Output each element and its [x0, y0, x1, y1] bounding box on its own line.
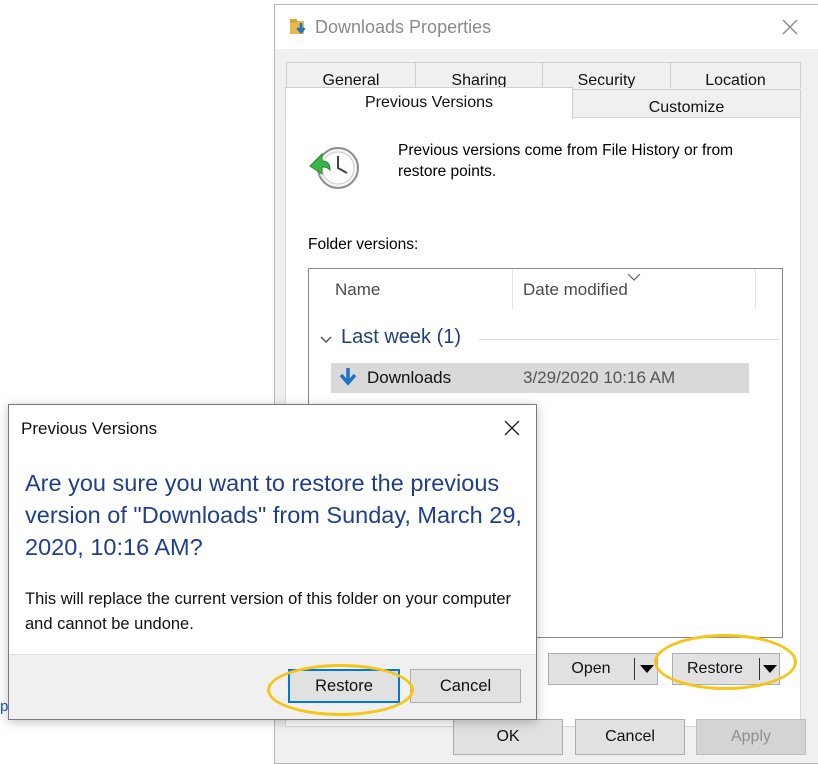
dialog-title: Previous Versions	[21, 419, 158, 438]
open-split-button[interactable]: Open	[548, 653, 658, 685]
split-divider	[634, 658, 635, 680]
apply-button[interactable]: Apply	[696, 719, 806, 755]
dropdown-arrow-icon[interactable]	[640, 665, 654, 673]
confirm-dialog: Previous Versions Are you sure you want …	[8, 404, 537, 720]
dialog-message: This will replace the current version of…	[25, 590, 512, 633]
tab-previous-versions[interactable]: Previous Versions	[285, 87, 573, 119]
tab-sharing[interactable]: Sharing	[415, 62, 543, 88]
dropdown-arrow-icon[interactable]	[763, 665, 777, 673]
download-arrow-icon	[339, 367, 357, 392]
tab-customize[interactable]: Customize	[572, 89, 801, 119]
folder-versions-label: Folder versions:	[308, 236, 419, 253]
close-icon[interactable]	[503, 419, 521, 442]
group-header-last-week[interactable]: Last week (1)	[319, 324, 779, 354]
tab-general[interactable]: General	[286, 62, 416, 88]
ok-button[interactable]: OK	[453, 719, 563, 755]
chevron-down-icon[interactable]	[319, 332, 333, 350]
previous-versions-description: Previous versions come from File History…	[398, 142, 734, 180]
dialog-heading: Are you sure you want to restore the pre…	[25, 470, 522, 560]
properties-title: Downloads Properties	[315, 17, 492, 37]
close-icon[interactable]	[780, 17, 800, 42]
tab-security[interactable]: Security	[542, 62, 671, 88]
dialog-footer: Restore Cancel	[9, 654, 536, 719]
restore-split-button[interactable]: Restore	[672, 653, 780, 685]
cancel-button[interactable]: Cancel	[410, 669, 521, 703]
group-label: Last week (1)	[341, 326, 462, 348]
column-header-name[interactable]: Name	[309, 269, 513, 309]
item-date-modified: 3/29/2020 10:16 AM	[523, 368, 676, 387]
tab-location[interactable]: Location	[670, 62, 801, 88]
folder-download-icon	[289, 17, 309, 42]
restore-button-label: Restore	[686, 660, 744, 677]
properties-titlebar: Downloads Properties	[275, 5, 818, 49]
cancel-button[interactable]: Cancel	[575, 719, 685, 755]
split-divider	[759, 658, 760, 680]
item-name: Downloads	[367, 368, 452, 387]
group-divider	[479, 339, 779, 340]
restore-clock-icon	[306, 140, 362, 201]
open-button-label: Open	[571, 660, 611, 677]
list-item[interactable]: Downloads 3/29/2020 10:16 AM	[331, 363, 749, 393]
restore-button[interactable]: Restore	[288, 669, 400, 703]
sort-caret-icon	[627, 268, 641, 286]
